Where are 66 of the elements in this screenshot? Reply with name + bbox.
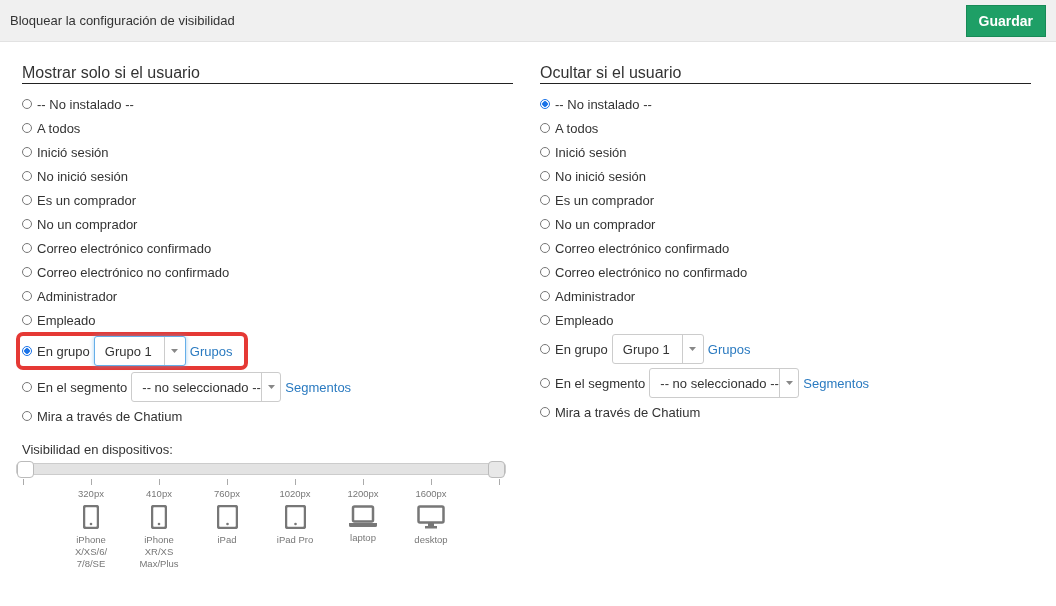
device-label: iPhone XR/XS Max/Plus	[138, 534, 180, 570]
save-button[interactable]: Guardar	[965, 4, 1046, 37]
option-label: Inició sesión	[555, 144, 627, 160]
option-label: Administrador	[37, 288, 118, 304]
radio-button[interactable]	[540, 99, 550, 109]
slider-handle[interactable]	[488, 461, 505, 478]
width-label: 1600px	[415, 488, 447, 499]
option-label: Correo electrónico no confirmado	[37, 264, 230, 280]
option-label: Empleado	[555, 312, 614, 328]
dropdown[interactable]: -- no seleccionado --	[131, 372, 282, 402]
tablet-icon	[284, 505, 306, 529]
range-slider-track[interactable]	[16, 463, 506, 475]
option-label: Correo electrónico no confirmado	[555, 264, 748, 280]
device-label: laptop	[349, 532, 377, 544]
caret-icon	[171, 349, 179, 353]
dropdown[interactable]: Grupo 1	[611, 334, 704, 364]
link[interactable]: Segmentos	[285, 379, 352, 395]
link[interactable]: Grupos	[189, 343, 233, 359]
device-label: iPad	[216, 534, 238, 546]
link[interactable]: Grupos	[707, 341, 751, 357]
page-title: Bloquear la configuración de visibilidad	[10, 13, 235, 28]
width-label: 760px	[214, 488, 240, 499]
option-label: En grupo	[555, 341, 608, 357]
option-label: A todos	[555, 120, 599, 136]
tablet-icon	[216, 505, 238, 529]
option-label: -- No instalado --	[555, 96, 652, 112]
device-label: iPhone X/XS/6/ 7/8/SE	[73, 534, 109, 570]
option-label: En el segmento	[37, 379, 128, 395]
radio-button[interactable]	[22, 346, 32, 356]
section-title: Mostrar solo si el usuario	[22, 64, 513, 84]
width-label: 410px	[146, 488, 172, 499]
phone-icon	[151, 505, 167, 529]
device-label: desktop	[413, 534, 449, 546]
option-label: -- No instalado --	[37, 96, 134, 112]
option-label: No un comprador	[37, 216, 138, 232]
section-title: Ocultar si el usuario	[540, 64, 1031, 84]
option-label: Es un comprador	[555, 192, 654, 208]
link[interactable]: Segmentos	[803, 375, 870, 391]
option-label: Mira a través de Chatium	[555, 404, 701, 420]
option-label: No inició sesión	[37, 168, 129, 184]
dropdown[interactable]: -- no seleccionado --	[649, 368, 800, 398]
option-label: En el segmento	[555, 375, 646, 391]
width-label: 320px	[78, 488, 104, 499]
slider-handle[interactable]	[17, 461, 34, 478]
option-label: Es un comprador	[37, 192, 136, 208]
option-label: Administrador	[555, 288, 636, 304]
option-label: En grupo	[37, 343, 90, 359]
option-label: No inició sesión	[555, 168, 647, 184]
caret-icon	[267, 385, 275, 389]
option-label: Mira a través de Chatium	[37, 408, 183, 424]
option-label: No un comprador	[555, 216, 656, 232]
option-label: Inició sesión	[37, 144, 109, 160]
phone-icon	[83, 505, 99, 529]
option-label: Empleado	[37, 312, 96, 328]
monitor-icon	[417, 505, 445, 529]
option-label: Correo electrónico confirmado	[555, 240, 730, 256]
option-label: A todos	[37, 120, 81, 136]
width-label: 1200px	[347, 488, 379, 499]
width-label: 1020px	[279, 488, 311, 499]
laptop-icon	[349, 505, 377, 527]
dropdown[interactable]: Grupo 1	[93, 336, 186, 366]
slider-label: Visibilidad en dispositivos:	[22, 442, 174, 457]
caret-icon	[785, 381, 793, 385]
caret-icon	[689, 347, 697, 351]
option-label: Correo electrónico confirmado	[37, 240, 212, 256]
device-label: iPad Pro	[275, 534, 315, 546]
